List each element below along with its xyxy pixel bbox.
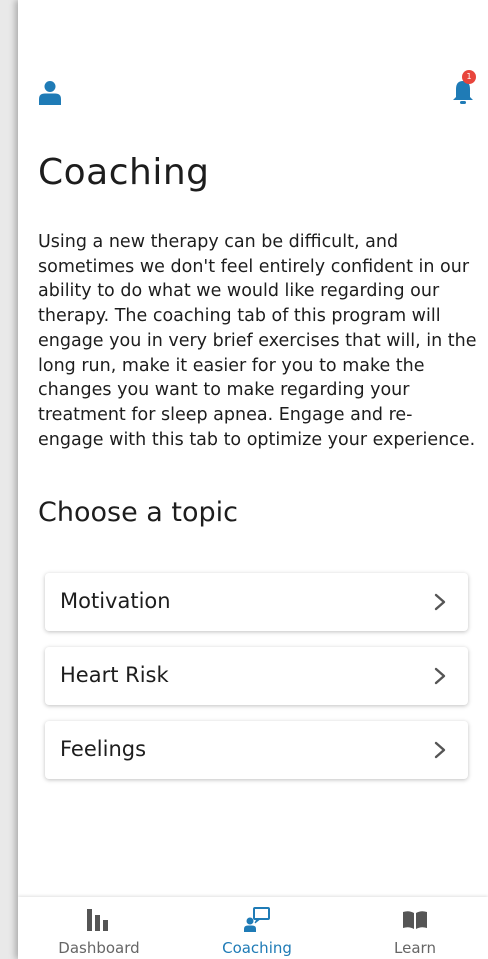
notification-badge: 1 — [462, 70, 476, 84]
book-icon — [403, 911, 427, 929]
topic-heart-risk[interactable]: Heart Risk — [45, 647, 468, 705]
tab-coaching[interactable]: Coaching — [179, 897, 335, 959]
topic-label: Heart Risk — [60, 663, 169, 687]
coaching-icon — [244, 907, 270, 932]
bottom-tab-bar: Dashboard Coaching Learn — [18, 897, 488, 959]
bar-chart-icon — [87, 909, 108, 931]
topic-motivation[interactable]: Motivation — [45, 573, 468, 631]
person-icon — [39, 81, 61, 105]
chevron-right-icon — [434, 741, 446, 759]
notifications-button[interactable]: 1 — [448, 70, 478, 108]
topic-list: Motivation Heart Risk Feelings — [45, 573, 468, 795]
topic-feelings[interactable]: Feelings — [45, 721, 468, 779]
profile-button[interactable] — [38, 80, 62, 106]
topic-label: Feelings — [60, 737, 147, 761]
top-bar: 1 — [18, 0, 488, 130]
app-screen: 1 Coaching Using a new therapy can be di… — [18, 0, 488, 959]
tab-label: Learn — [394, 939, 436, 957]
tab-learn[interactable]: Learn — [337, 897, 488, 959]
section-title: Choose a topic — [38, 497, 238, 528]
intro-text: Using a new therapy can be difficult, an… — [38, 232, 477, 450]
tab-dashboard[interactable]: Dashboard — [21, 897, 177, 959]
tab-label: Dashboard — [58, 939, 140, 957]
page-title: Coaching — [38, 152, 210, 193]
chevron-right-icon — [434, 593, 446, 611]
topic-label: Motivation — [60, 589, 171, 613]
tab-label: Coaching — [222, 939, 292, 957]
chevron-right-icon — [434, 667, 446, 685]
